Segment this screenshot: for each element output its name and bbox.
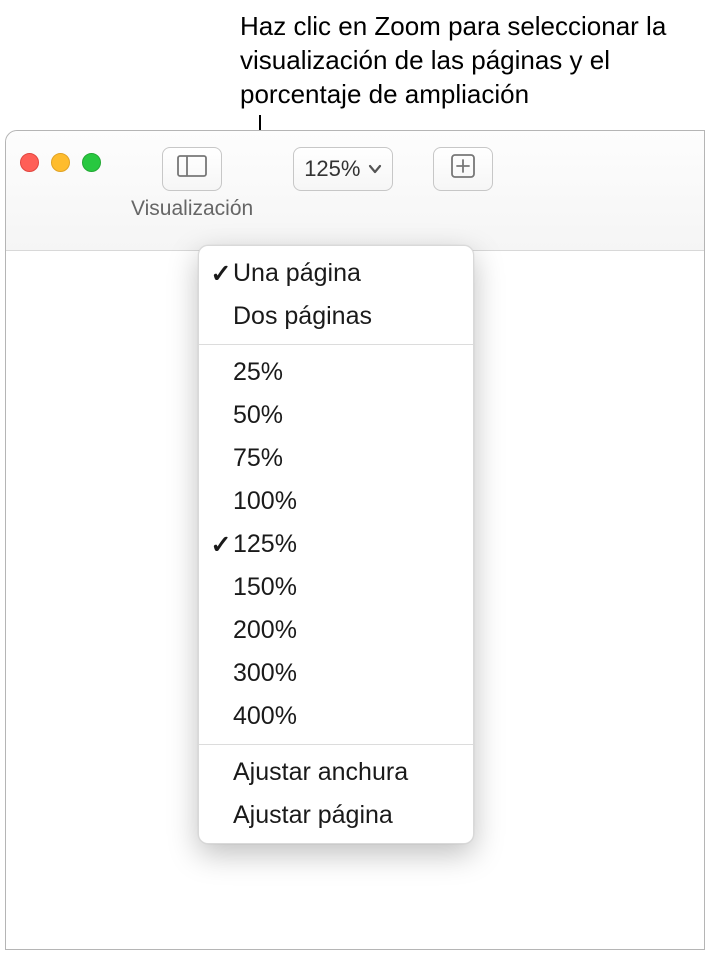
minimize-button[interactable] (51, 153, 70, 172)
zoom-value: 125% (304, 156, 360, 182)
menu-item-label: Ajustar anchura (233, 758, 408, 787)
menu-item[interactable]: ✓Ajustar página (199, 794, 473, 837)
checkmark-icon: ✓ (209, 259, 233, 289)
sidebar-icon (177, 155, 207, 183)
menu-item-label: Dos páginas (233, 302, 372, 331)
fullscreen-button[interactable] (82, 153, 101, 172)
menu-separator (199, 344, 473, 345)
menu-item[interactable]: ✓300% (199, 652, 473, 695)
callout-annotation: Haz clic en Zoom para seleccionar la vis… (240, 10, 680, 111)
menu-item-label: 50% (233, 401, 283, 430)
menu-separator (199, 744, 473, 745)
add-toolbar-item (433, 147, 493, 191)
menu-item-label: 200% (233, 616, 297, 645)
view-label: Visualización (131, 197, 253, 221)
view-button[interactable] (162, 147, 222, 191)
menu-item-label: 125% (233, 530, 297, 559)
chevron-down-icon (368, 162, 382, 177)
menu-item-label: 100% (233, 487, 297, 516)
menu-item-label: 25% (233, 358, 283, 387)
menu-item-label: 400% (233, 702, 297, 731)
zoom-toolbar-item: 125% (293, 147, 393, 191)
plus-page-icon (449, 152, 477, 186)
checkmark-icon: ✓ (209, 530, 233, 560)
add-page-button[interactable] (433, 147, 493, 191)
menu-item-label: 75% (233, 444, 283, 473)
menu-item-label: 150% (233, 573, 297, 602)
zoom-dropdown-button[interactable]: 125% (293, 147, 393, 191)
menu-item[interactable]: ✓125% (199, 523, 473, 566)
zoom-dropdown-menu: ✓Una página✓Dos páginas✓25%✓50%✓75%✓100%… (198, 245, 474, 844)
menu-item-label: 300% (233, 659, 297, 688)
menu-item-label: Ajustar página (233, 801, 393, 830)
window-controls (20, 153, 101, 172)
app-window: Visualización 125% (5, 130, 705, 950)
menu-item[interactable]: ✓25% (199, 351, 473, 394)
menu-item[interactable]: ✓Dos páginas (199, 295, 473, 338)
menu-item-label: Una página (233, 259, 361, 288)
menu-item[interactable]: ✓100% (199, 480, 473, 523)
view-toolbar-item: Visualización (131, 147, 253, 221)
menu-item[interactable]: ✓150% (199, 566, 473, 609)
menu-item[interactable]: ✓75% (199, 437, 473, 480)
callout-text: Haz clic en Zoom para seleccionar la vis… (240, 11, 666, 109)
menu-item[interactable]: ✓Ajustar anchura (199, 751, 473, 794)
menu-item[interactable]: ✓400% (199, 695, 473, 738)
titlebar: Visualización 125% (6, 131, 704, 251)
menu-item[interactable]: ✓Una página (199, 252, 473, 295)
menu-item[interactable]: ✓50% (199, 394, 473, 437)
close-button[interactable] (20, 153, 39, 172)
menu-item[interactable]: ✓200% (199, 609, 473, 652)
